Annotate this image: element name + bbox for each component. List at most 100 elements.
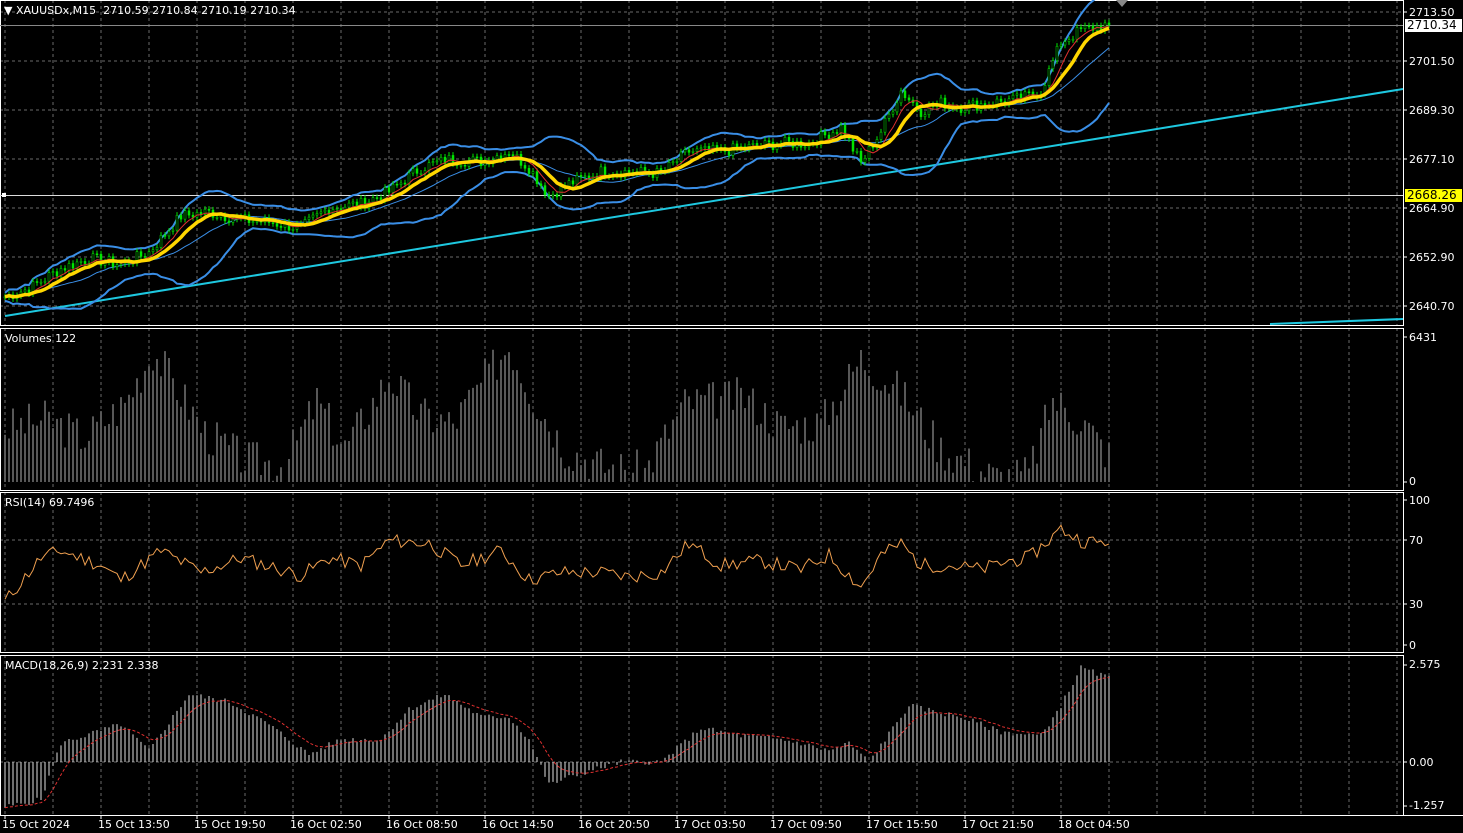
candle-body <box>1055 46 1059 61</box>
moving-average-fast <box>4 26 1110 298</box>
candle-body <box>495 155 499 161</box>
candle-body <box>275 223 279 227</box>
macd-signal-line <box>4 677 1110 809</box>
bollinger-middle <box>4 47 1110 298</box>
time-tick: 16 Oct 08:50 <box>386 818 458 831</box>
macd-label: MACD(18,26,9) 2.231 2.338 <box>5 659 159 672</box>
candle-body <box>695 148 699 152</box>
horizontal-line-price-tag[interactable]: 2668.26 <box>1405 189 1462 202</box>
collapse-triangle-icon[interactable]: ▼ <box>4 4 12 17</box>
candle-body <box>527 168 531 174</box>
time-tick: 16 Oct 02:50 <box>290 818 362 831</box>
candle-body <box>547 194 551 197</box>
candle-body <box>1075 27 1079 40</box>
price-tick: 2652.90 <box>1409 251 1455 264</box>
candle-body <box>1047 68 1051 86</box>
candle-body <box>751 143 755 145</box>
rsi-level-tick: 30 <box>1409 598 1423 611</box>
candle-body <box>507 154 511 156</box>
candle-body <box>583 175 587 178</box>
panel-border <box>0 655 1404 816</box>
candle-body <box>463 164 467 167</box>
candle-body <box>447 155 451 165</box>
candle-body <box>335 208 339 210</box>
candle-body <box>859 150 863 163</box>
candle-body <box>51 271 55 273</box>
volume-max-tick: 6431 <box>1409 331 1437 344</box>
candle-body <box>95 253 99 256</box>
candle-body <box>1087 25 1091 28</box>
candle-body <box>579 175 583 177</box>
candle-body <box>163 235 167 237</box>
candle-body <box>427 162 431 171</box>
candle-body <box>179 215 183 220</box>
candle-body <box>855 150 859 153</box>
candle-body <box>683 149 687 153</box>
symbol-label: XAUUSDx,M15 <box>15 4 97 17</box>
candle-body <box>307 216 311 220</box>
candle-body <box>687 149 691 153</box>
candle-body <box>919 108 923 117</box>
candle-body <box>703 146 707 149</box>
candle-body <box>835 132 839 134</box>
candle-body <box>699 147 703 150</box>
price-tick: 2640.70 <box>1409 300 1455 313</box>
candle-body <box>543 185 547 196</box>
candle-body <box>351 201 355 204</box>
candle-body <box>459 164 463 167</box>
candle-body <box>271 222 275 224</box>
rsi-level-tick: 0 <box>1409 639 1416 652</box>
candle-body <box>47 272 51 282</box>
price-tick: 2664.90 <box>1409 202 1455 215</box>
candle-body <box>187 210 191 216</box>
candle-body <box>67 263 71 271</box>
candle-body <box>323 209 327 213</box>
time-tick: 17 Oct 09:50 <box>770 818 842 831</box>
candle-body <box>851 138 855 152</box>
ohlc-close: 2710.34 <box>250 4 296 17</box>
candle-body <box>531 171 535 174</box>
candle-body <box>315 213 319 216</box>
candle-body <box>627 170 631 173</box>
candle-body <box>679 151 683 162</box>
price-tick: 2677.10 <box>1409 153 1455 166</box>
candle-body <box>403 182 407 185</box>
candle-body <box>899 90 903 104</box>
chart-shift-marker-icon <box>1116 0 1128 7</box>
candle-body <box>347 202 351 208</box>
candle-body <box>727 151 731 156</box>
candle-body <box>43 280 47 283</box>
candle-body <box>671 161 675 164</box>
candle-body <box>1027 91 1031 94</box>
symbol-header[interactable]: ▼ XAUUSDx,M15 2710.59 2710.84 2710.19 27… <box>4 4 296 17</box>
candle-body <box>887 113 891 119</box>
candle-body <box>339 208 343 211</box>
rsi-line <box>4 524 1110 600</box>
candle-body <box>1107 22 1111 26</box>
time-tick: 17 Oct 03:50 <box>674 818 746 831</box>
candle-body <box>907 97 911 101</box>
macd-level-tick: 2.575 <box>1409 658 1441 671</box>
candle-body <box>215 217 219 219</box>
candle-body <box>395 183 399 186</box>
ohlc-low: 2710.19 <box>201 4 247 17</box>
candle-body <box>475 156 479 159</box>
candle-body <box>199 212 203 215</box>
candle-body <box>827 134 831 140</box>
candle-body <box>839 124 843 134</box>
candle-body <box>227 220 231 223</box>
horizontal-line-handle <box>2 193 6 197</box>
candle-body <box>971 100 975 104</box>
candle-body <box>1079 27 1083 29</box>
candle-body <box>439 156 443 162</box>
candle-body <box>895 102 899 113</box>
candle-body <box>83 261 87 264</box>
candle-body <box>251 221 255 223</box>
candle-body <box>159 235 163 248</box>
trend-line <box>4 88 1404 317</box>
candle-body <box>71 263 75 269</box>
candle-body <box>555 194 559 198</box>
candle-body <box>183 210 187 220</box>
candle-body <box>999 98 1003 102</box>
chart-canvas[interactable] <box>0 0 1463 833</box>
